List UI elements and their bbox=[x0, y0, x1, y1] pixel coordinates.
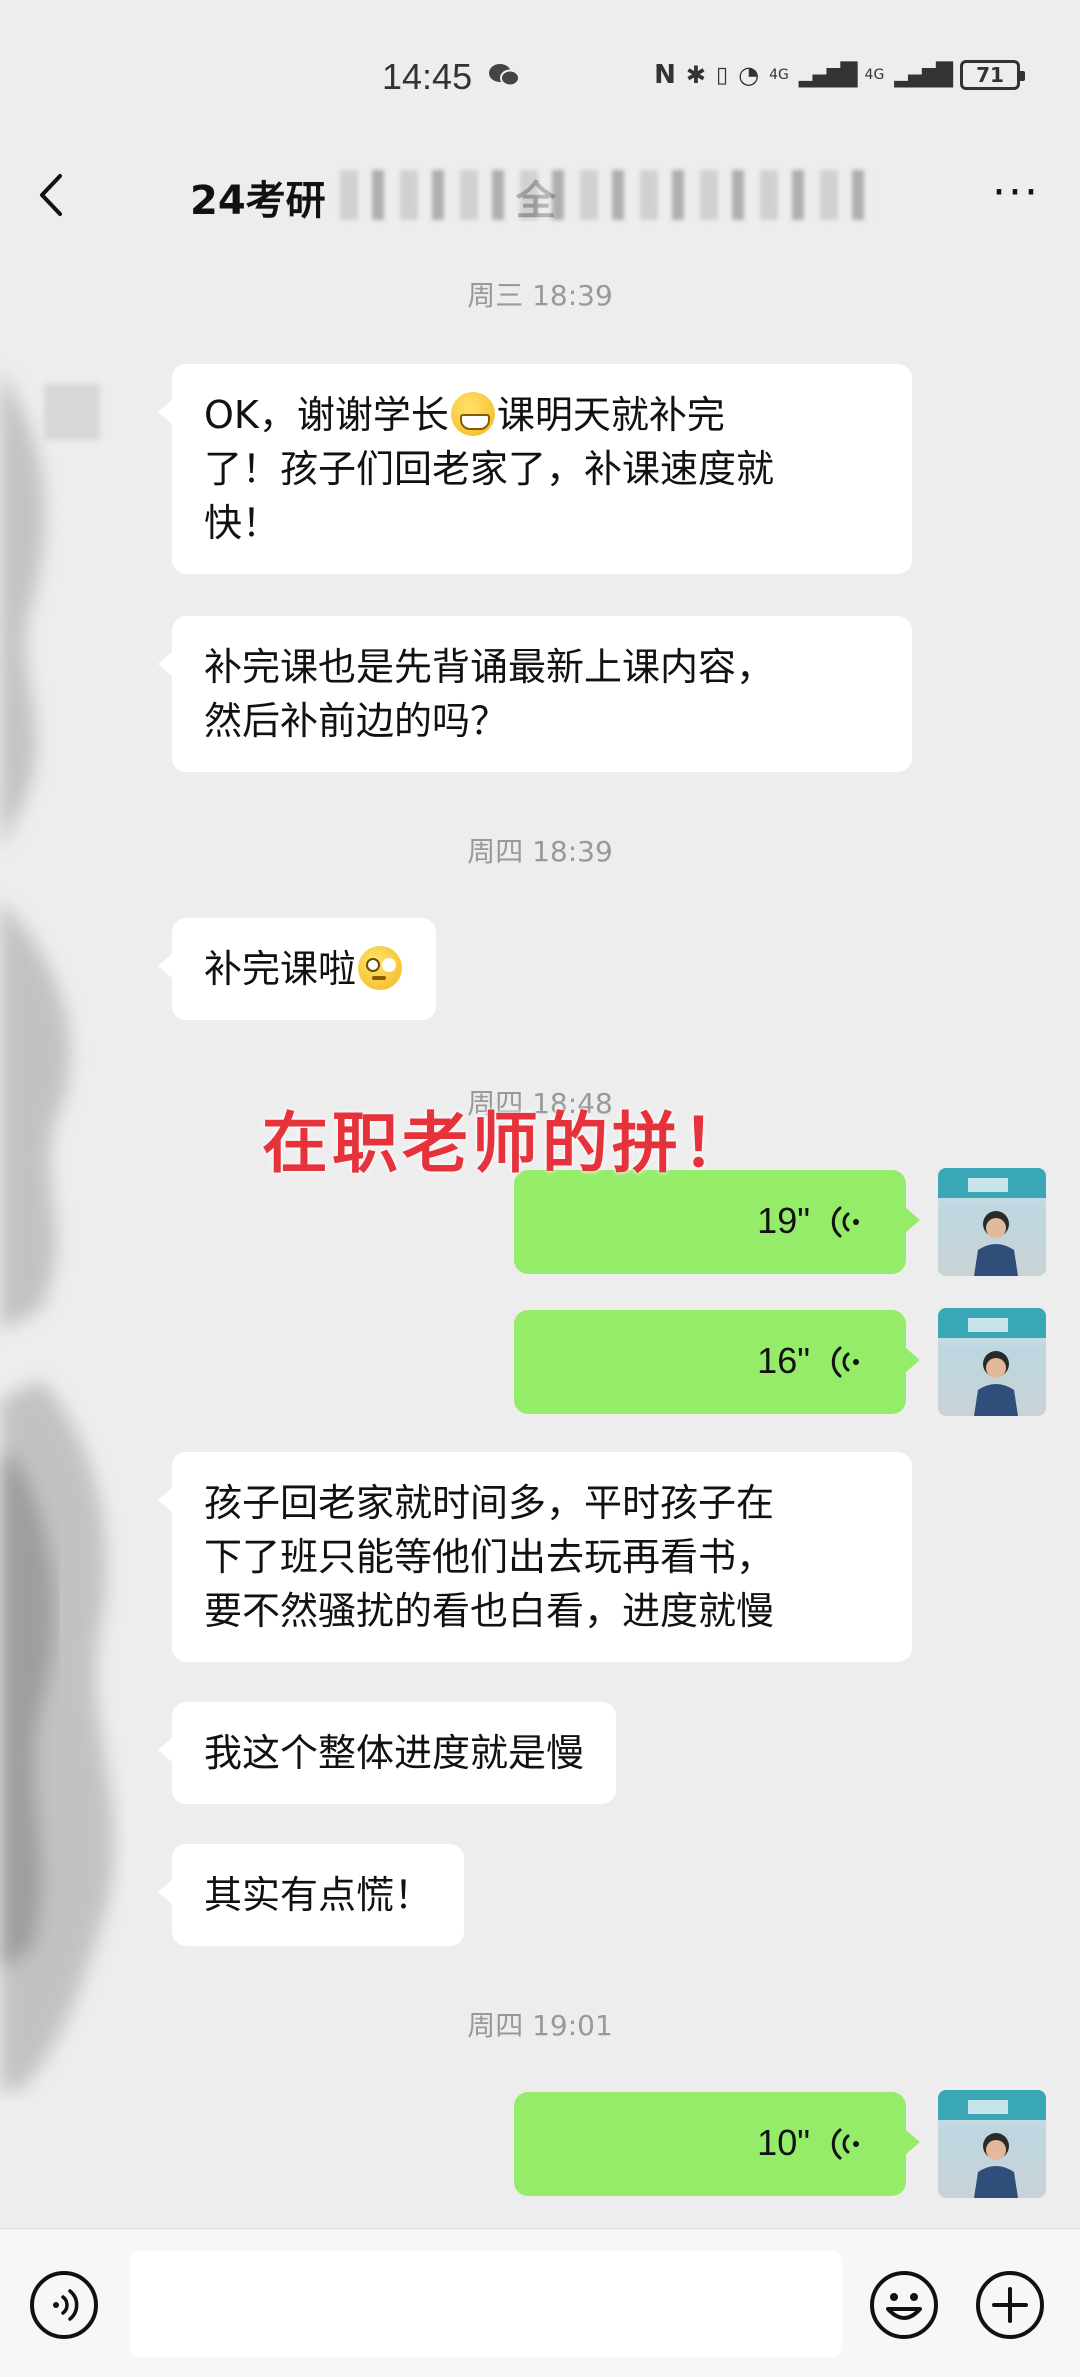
person-photo-icon bbox=[938, 1168, 1046, 1276]
voice-duration: 16" bbox=[757, 1340, 810, 1381]
my-avatar[interactable] bbox=[938, 1308, 1046, 1416]
status-icons: N ✱ ▯ ◔ 4G ▂▄▆█ 4G ▂▄▆█ 71 bbox=[654, 60, 1025, 90]
voice-toggle-icon[interactable] bbox=[28, 2269, 100, 2341]
wechat-notification-icon bbox=[489, 64, 520, 87]
title-mosaic-mask bbox=[340, 170, 880, 220]
message-line: 补完课也是先背诵最新上课内容， bbox=[204, 645, 775, 689]
more-dots-icon[interactable]: ··· bbox=[992, 171, 1040, 215]
voice-duration: 19" bbox=[757, 1200, 810, 1241]
message-bubble[interactable]: OK，谢谢学长 课明天就补完 了！孩子们回老家了，补课速度就 快！ bbox=[158, 364, 912, 574]
message-line: 孩子回老家就时间多，平时孩子在 bbox=[204, 1481, 775, 1525]
message-text: 补完课啦 bbox=[204, 947, 357, 991]
avatar[interactable] bbox=[44, 384, 100, 440]
person-photo-icon bbox=[938, 2090, 1046, 2198]
voice-wave-icon bbox=[831, 2128, 859, 2160]
message-bubble[interactable]: 其实有点慌！ bbox=[157, 1844, 465, 1946]
nfc-icon: N bbox=[654, 60, 676, 90]
wifi-icon: ◔ bbox=[738, 61, 760, 89]
network-label-1: 4G bbox=[769, 67, 789, 83]
chevron-left-icon[interactable] bbox=[32, 170, 72, 220]
signal-icon-2: ▂▄▆█ bbox=[894, 62, 953, 88]
chat-header: 24考研全 ··· bbox=[0, 150, 1080, 240]
time-divider: 周三 18:39 bbox=[467, 279, 613, 312]
my-avatar[interactable] bbox=[938, 2090, 1046, 2198]
message-line: 然后补前边的吗？ bbox=[204, 699, 509, 743]
grinning-emoji-icon bbox=[450, 392, 495, 436]
voice-message-bubble[interactable]: 16" bbox=[514, 1310, 920, 1414]
time-divider: 周四 19:01 bbox=[467, 2009, 613, 2042]
message-line: OK，谢谢学长 bbox=[204, 393, 449, 437]
smug-emoji-icon bbox=[358, 946, 403, 990]
battery-icon: 71 bbox=[960, 60, 1025, 90]
battery-level: 71 bbox=[976, 63, 1004, 87]
voice-message-bubble[interactable]: 10" bbox=[514, 2092, 920, 2196]
message-bubble[interactable]: 补完课啦 bbox=[157, 918, 437, 1020]
time-divider: 周四 18:39 bbox=[467, 835, 613, 868]
person-photo-icon bbox=[938, 1308, 1046, 1416]
voice-wave-icon bbox=[831, 1346, 859, 1378]
status-time: 14:45 bbox=[382, 56, 473, 97]
message-bubble[interactable]: 孩子回老家就时间多，平时孩子在 下了班只能等他们出去玩再看书， 要不然骚扰的看也… bbox=[158, 1452, 912, 1662]
message-bubble[interactable]: 我这个整体进度就是慢 bbox=[157, 1702, 617, 1804]
message-line: 要不然骚扰的看也白看，进度就慢 bbox=[204, 1589, 775, 1633]
status-bar: 14:45 N ✱ ▯ ◔ 4G ▂▄▆█ 4G ▂▄▆█ 71 bbox=[0, 0, 1080, 150]
message-input[interactable] bbox=[130, 2251, 842, 2357]
vibrate-icon: ▯ bbox=[716, 62, 729, 88]
message-text: 其实有点慌！ bbox=[204, 1873, 433, 1917]
ink-wash-decoration bbox=[0, 370, 115, 2090]
message-text: 我这个整体进度就是慢 bbox=[204, 1731, 585, 1775]
message-line: 下了班只能等他们出去玩再看书， bbox=[204, 1535, 775, 1579]
emoji-icon[interactable] bbox=[868, 2269, 940, 2341]
message-bubble[interactable]: 补完课也是先背诵最新上课内容， 然后补前边的吗？ bbox=[158, 616, 912, 772]
input-bar bbox=[0, 2228, 1080, 2377]
my-avatar[interactable] bbox=[938, 1168, 1046, 1276]
network-label-2: 4G bbox=[864, 67, 885, 83]
message-line: 了！孩子们回老家了，补课速度就 bbox=[204, 447, 775, 491]
voice-duration: 10" bbox=[757, 2122, 810, 2163]
plus-icon[interactable] bbox=[974, 2269, 1046, 2341]
chat-title-text: 24考研 bbox=[190, 178, 326, 224]
message-line: 快！ bbox=[204, 501, 281, 545]
overlay-caption: 在职老师的拼！ bbox=[262, 1105, 752, 1182]
message-line: 课明天就补完 bbox=[496, 393, 725, 437]
bluetooth-icon: ✱ bbox=[685, 61, 707, 89]
voice-wave-icon bbox=[831, 1206, 859, 1238]
signal-icon: ▂▄▆█ bbox=[798, 62, 858, 88]
